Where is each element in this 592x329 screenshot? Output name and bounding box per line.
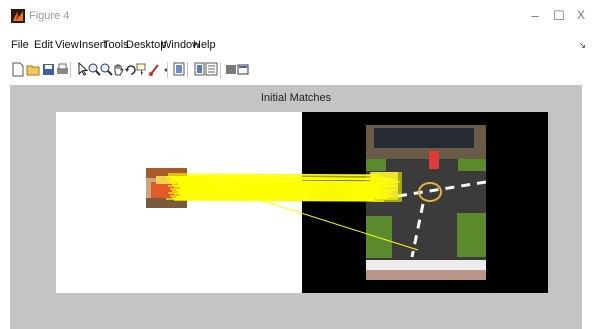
menu-tools[interactable]: Tools xyxy=(103,39,129,51)
menu-help[interactable]: Help xyxy=(193,39,216,51)
toolbar-separator xyxy=(220,62,221,78)
menu-file[interactable]: File xyxy=(11,39,29,51)
hide-plot-tools-icon[interactable] xyxy=(203,60,219,78)
print-icon[interactable] xyxy=(54,60,70,78)
matlab-app-icon xyxy=(11,9,25,23)
toolbar-separator xyxy=(187,62,188,78)
figure-toolbar xyxy=(0,56,592,84)
insert-colorbar-icon[interactable] xyxy=(171,60,187,78)
close-button[interactable]: X xyxy=(570,8,592,22)
minimize-button[interactable]: – xyxy=(524,8,546,23)
maximize-button[interactable]: ☐ xyxy=(548,8,570,24)
match-points xyxy=(372,172,402,202)
menu-bar: File Edit View Insert Tools Desktop Wind… xyxy=(0,34,592,56)
axes-title: Initial Matches xyxy=(260,92,332,104)
title-bar: Figure 4 – ☐ X xyxy=(0,0,592,34)
toolbar-separator xyxy=(70,62,71,78)
menu-view[interactable]: View xyxy=(55,39,79,51)
menu-overflow-icon[interactable]: ↘ xyxy=(578,40,586,51)
new-figure-icon[interactable] xyxy=(10,60,26,78)
window-title: Figure 4 xyxy=(29,10,70,22)
open-file-icon[interactable] xyxy=(25,60,41,78)
menu-edit[interactable]: Edit xyxy=(34,39,53,51)
scene-image xyxy=(366,125,487,280)
toolbar-separator xyxy=(167,62,168,78)
matches-plot-axes xyxy=(56,112,548,293)
dock-figure-icon[interactable] xyxy=(235,60,251,78)
